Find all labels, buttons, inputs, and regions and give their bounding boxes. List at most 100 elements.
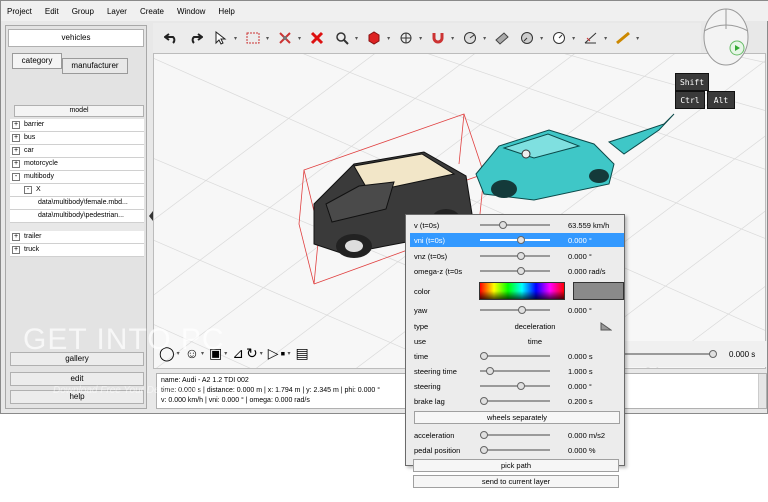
redo-icon[interactable] [184, 27, 208, 49]
slider-knob[interactable] [517, 382, 526, 390]
property-omega-z[interactable]: omega-z (t=0s 0.000 rad/s [410, 264, 624, 278]
slider-knob[interactable] [480, 352, 488, 360]
expand-icon[interactable]: + [12, 121, 20, 129]
graph-icon[interactable]: ⊿ [232, 345, 244, 362]
dropdown-dot[interactable]: ▾ [260, 350, 263, 357]
slider-knob[interactable] [498, 221, 507, 229]
slider-knob[interactable] [517, 267, 526, 275]
magnet-icon[interactable] [426, 27, 450, 49]
dropdown-dot[interactable]: ▾ [387, 35, 390, 42]
menu-layer[interactable]: Layer [107, 7, 127, 16]
tree-node-pedestrian[interactable]: data\multibody\pedestrian... [10, 210, 144, 223]
property-brake-lag[interactable]: brake lag 0.200 s [410, 394, 624, 408]
play-icon[interactable]: ▷ [268, 345, 279, 362]
expand-icon[interactable]: + [12, 246, 20, 254]
gauge-icon[interactable] [515, 27, 539, 49]
slider-knob[interactable] [480, 446, 488, 454]
slider-knob[interactable] [486, 367, 495, 375]
property-steering-time[interactable]: steering time 1.000 s [410, 364, 624, 378]
dropdown-dot[interactable]: ▾ [298, 35, 301, 42]
property-use[interactable]: use time [410, 334, 624, 348]
pedal-position-slider[interactable] [480, 445, 550, 455]
color-preview-swatch[interactable] [572, 282, 624, 300]
color-picker-gradient[interactable] [479, 282, 565, 300]
tree-node-trailer[interactable]: + trailer [10, 231, 144, 244]
pick-path-button[interactable]: pick path [413, 459, 619, 472]
undo-icon[interactable] [159, 27, 183, 49]
use-value[interactable]: time [480, 337, 590, 346]
measure-angle-icon[interactable] [458, 27, 482, 49]
tree-node-x[interactable]: -X [10, 184, 144, 197]
stop-frame-icon[interactable]: ▪ [281, 345, 286, 361]
dropdown-dot[interactable]: ▾ [287, 350, 290, 357]
brake-lag-slider[interactable] [480, 396, 550, 406]
dropdown-dot[interactable]: ▾ [636, 35, 639, 42]
expand-icon[interactable]: + [12, 160, 20, 168]
tab-category[interactable]: category [12, 53, 62, 69]
tree-node-barrier[interactable]: + barrier [10, 119, 144, 132]
yaw-slider[interactable] [480, 305, 550, 315]
tree-node-truck[interactable]: + truck [10, 244, 144, 257]
property-time[interactable]: time 0.000 s [410, 349, 624, 363]
property-acceleration[interactable]: acceleration 0.000 m/s2 [410, 428, 624, 442]
speedometer-icon[interactable] [547, 27, 571, 49]
steering-slider[interactable] [480, 381, 550, 391]
vehicles-button[interactable]: vehicles [8, 29, 144, 47]
vni-slider[interactable] [480, 235, 550, 245]
tow-bar-icon[interactable] [611, 27, 635, 49]
dropdown-dot[interactable]: ▾ [224, 350, 227, 357]
send-to-current-layer-button[interactable]: send to current layer [413, 475, 619, 488]
steering-time-slider[interactable] [480, 366, 550, 376]
measure-tool-icon[interactable] [579, 27, 603, 49]
dropdown-dot[interactable]: ▾ [355, 35, 358, 42]
zoom-icon[interactable] [330, 27, 354, 49]
acceleration-slider[interactable] [480, 430, 550, 440]
car-teal-collision-partner[interactable] [475, 113, 675, 201]
time-slider[interactable] [480, 351, 550, 361]
property-vni[interactable]: vni (t=0s) 0.000 ° [410, 233, 624, 247]
menu-project[interactable]: Project [7, 7, 32, 16]
menu-edit[interactable]: Edit [45, 7, 59, 16]
slider-knob[interactable] [480, 431, 488, 439]
collapse-icon[interactable]: - [12, 173, 20, 181]
expand-icon[interactable]: + [12, 233, 20, 241]
tree-node-multibody[interactable]: - multibody [10, 171, 144, 184]
tree-node-motorcycle[interactable]: + motorcycle [10, 158, 144, 171]
tree-node-female-mbd[interactable]: data\multibody\female.mbd... [10, 197, 144, 210]
slider-knob[interactable] [517, 252, 526, 260]
property-pedal-position[interactable]: pedal position 0.000 % [410, 443, 624, 457]
scrollbar[interactable] [758, 374, 766, 408]
dropdown-dot[interactable]: ▾ [540, 35, 543, 42]
dropdown-dot[interactable]: ▾ [266, 35, 269, 42]
v-slider[interactable] [480, 220, 550, 230]
dropdown-dot[interactable]: ▾ [572, 35, 575, 42]
dropdown-dot[interactable]: ▾ [604, 35, 607, 42]
type-value[interactable]: deceleration [480, 322, 590, 331]
slider-knob[interactable] [517, 236, 526, 244]
road-icon[interactable] [490, 27, 514, 49]
menu-window[interactable]: Window [177, 7, 205, 16]
cube-icon[interactable] [362, 27, 386, 49]
omega-z-slider[interactable] [480, 266, 550, 276]
property-v[interactable]: v (t=0s) 63.559 km/h [410, 218, 624, 232]
model-column-header[interactable]: model [14, 105, 144, 117]
property-vnz[interactable]: vnz (t=0s) 0.000 ° [410, 249, 624, 263]
edit-button[interactable]: edit [10, 372, 144, 386]
select-pointer-icon[interactable] [209, 27, 233, 49]
dropdown-dot[interactable]: ▾ [451, 35, 454, 42]
property-yaw[interactable]: yaw 0.000 ° [410, 303, 624, 317]
expand-icon[interactable]: + [12, 147, 20, 155]
tab-manufacturer[interactable]: manufacturer [62, 58, 128, 74]
tree-node-bus[interactable]: + bus [10, 132, 144, 145]
dropdown-dot[interactable]: ▾ [234, 35, 237, 42]
menu-group[interactable]: Group [72, 7, 94, 16]
delete-vertex-icon[interactable] [273, 27, 297, 49]
timeline-slider[interactable] [625, 349, 717, 359]
collapse-icon[interactable]: - [24, 186, 32, 194]
tree-node-car[interactable]: + car [10, 145, 144, 158]
rectangle-select-icon[interactable] [241, 27, 265, 49]
menu-create[interactable]: Create [140, 7, 164, 16]
slider-knob[interactable] [480, 397, 488, 405]
delete-icon[interactable] [305, 27, 329, 49]
menu-help[interactable]: Help [218, 7, 234, 16]
